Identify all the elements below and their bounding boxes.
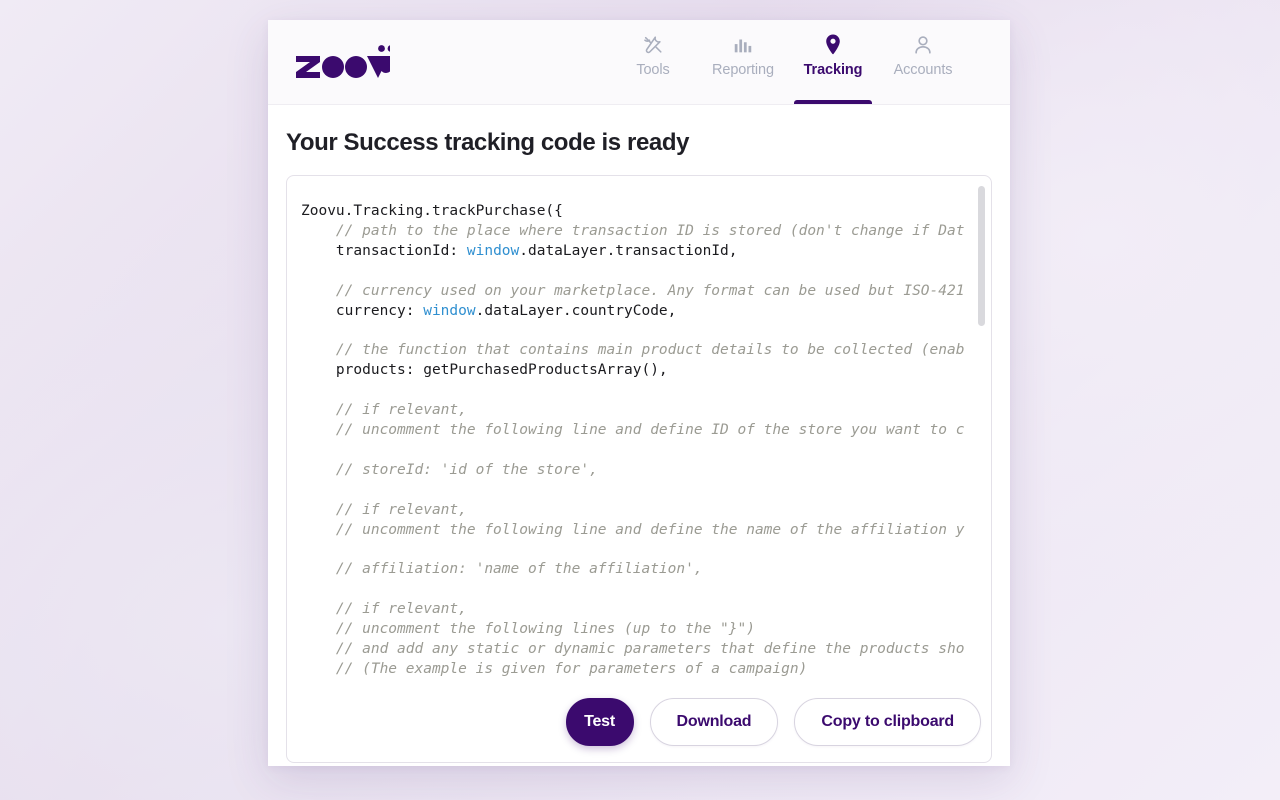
copy-to-clipboard-button[interactable]: Copy to clipboard — [794, 698, 981, 746]
main-nav: Tools Reporting Tracking Accounts — [608, 20, 968, 104]
download-button[interactable]: Download — [649, 698, 779, 746]
app-window: Tools Reporting Tracking Accounts Your S… — [268, 20, 1010, 766]
nav-item-tracking[interactable]: Tracking — [788, 20, 878, 104]
nav-active-underline — [794, 100, 872, 104]
nav-item-accounts[interactable]: Accounts — [878, 20, 968, 104]
zoovu-logo[interactable] — [294, 42, 395, 82]
page-body: Your Success tracking code is ready Zoov… — [268, 105, 1010, 763]
code-vertical-scrollbar[interactable] — [978, 182, 986, 756]
page-title: Your Success tracking code is ready — [286, 129, 690, 156]
nav-label-accounts: Accounts — [893, 62, 953, 78]
code-scroll-area[interactable]: Zoovu.Tracking.trackPurchase({ // path t… — [287, 176, 991, 762]
nav-label-tracking: Tracking — [803, 62, 863, 78]
bar-chart-icon — [732, 30, 754, 60]
tracking-code-panel: Zoovu.Tracking.trackPurchase({ // path t… — [286, 175, 992, 763]
top-navigation-bar: Tools Reporting Tracking Accounts — [268, 20, 1010, 105]
nav-item-reporting[interactable]: Reporting — [698, 20, 788, 104]
user-icon — [912, 30, 934, 60]
action-button-row: Test Download Copy to clipboard — [565, 698, 981, 746]
test-button[interactable]: Test — [565, 698, 634, 746]
tracking-code-block[interactable]: Zoovu.Tracking.trackPurchase({ // path t… — [287, 176, 991, 680]
code-scrollbar-thumb[interactable] — [978, 186, 985, 326]
nav-label-reporting: Reporting — [712, 62, 774, 78]
location-pin-icon — [822, 30, 844, 60]
zoovu-logo-mark — [296, 45, 395, 78]
nav-item-tools[interactable]: Tools — [608, 20, 698, 104]
tools-icon — [642, 30, 664, 60]
nav-label-tools: Tools — [636, 62, 670, 78]
